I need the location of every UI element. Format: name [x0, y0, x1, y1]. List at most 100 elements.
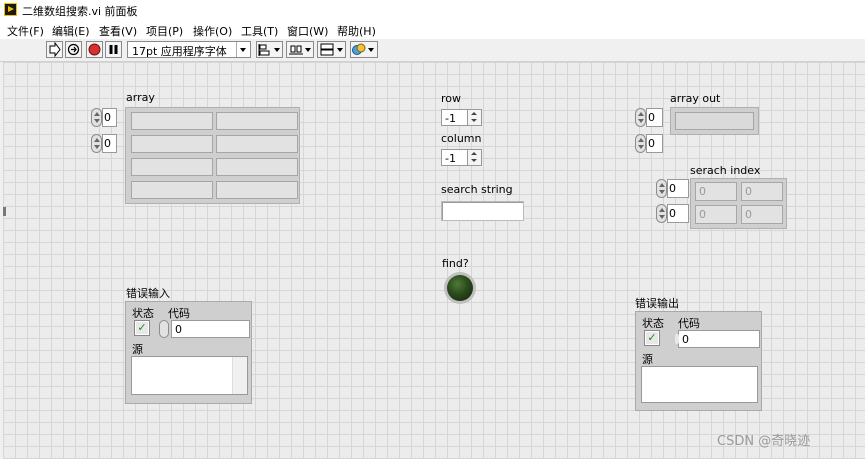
index-spinner-icon[interactable] [635, 134, 646, 153]
run-continuously-button[interactable] [65, 41, 82, 58]
index-spinner-icon[interactable] [91, 134, 102, 153]
search-index-index-column-value[interactable]: 0 [667, 204, 689, 223]
search-index-index-row-value[interactable]: 0 [667, 179, 689, 198]
run-arrow-icon [49, 41, 61, 58]
column-value[interactable]: -1 [445, 152, 456, 165]
checkmark-icon: ✓ [646, 331, 658, 344]
error-in-cluster: 状态 代码 ✓ 0 源 [125, 301, 252, 404]
run-button[interactable] [46, 41, 63, 58]
error-out-label: 错误输出 [635, 297, 679, 310]
array-out-label: array out [670, 92, 721, 105]
array-out-index-column[interactable]: 0 [635, 134, 664, 153]
array-index-row[interactable]: 0 [91, 108, 118, 127]
array-out-index-column-value[interactable]: 0 [646, 134, 663, 153]
menu-view[interactable]: 查看(V) [99, 23, 137, 39]
array-element[interactable] [216, 181, 298, 199]
title-bar: 二维数组搜索.vi 前面板 [0, 0, 865, 20]
search-index-label: serach index [690, 164, 761, 177]
menu-bar: 文件(F) 编辑(E) 查看(V) 项目(P) 操作(O) 工具(T) 窗口(W… [0, 20, 865, 39]
status-label: 状态 [642, 317, 664, 330]
source-input[interactable] [131, 356, 248, 395]
row-control[interactable]: -1 [441, 109, 482, 126]
code-indicator: 0 [675, 330, 760, 348]
index-spinner-icon[interactable] [635, 108, 646, 127]
menu-tools[interactable]: 工具(T) [241, 23, 278, 39]
window-title: 二维数组搜索.vi 前面板 [22, 5, 138, 18]
find-label: find? [442, 257, 469, 270]
indicator-marker [675, 334, 679, 344]
index-spinner-icon[interactable] [91, 108, 102, 127]
menu-file[interactable]: 文件(F) [7, 23, 44, 39]
increment-decrement-icon[interactable] [467, 110, 481, 125]
search-index-element: 0 [741, 182, 783, 201]
code-spinner-icon[interactable] [159, 320, 169, 338]
search-string-label: search string [441, 183, 513, 196]
array-element[interactable] [131, 135, 213, 153]
text-settings-select[interactable]: 17pt 应用程序字体 [127, 41, 251, 58]
run-continuously-icon [67, 43, 80, 56]
align-objects-icon [258, 44, 280, 56]
menu-operate[interactable]: 操作(O) [193, 23, 232, 39]
status-checkbox[interactable]: ✓ [134, 320, 150, 336]
column-control[interactable]: -1 [441, 149, 482, 166]
align-objects-button[interactable] [256, 41, 283, 58]
status-label: 状态 [132, 307, 154, 320]
array-out-index-row-value[interactable]: 0 [646, 108, 663, 127]
menu-project[interactable]: 项目(P) [146, 23, 183, 39]
search-index-element: 0 [695, 205, 737, 224]
font-setting-value: 17pt 应用程序字体 [132, 45, 227, 58]
labview-app-icon [4, 3, 17, 16]
array-element[interactable] [216, 112, 298, 130]
array-out-index-row[interactable]: 0 [635, 108, 664, 127]
abort-button[interactable] [86, 41, 103, 58]
array-element[interactable] [216, 135, 298, 153]
array-element[interactable] [216, 158, 298, 176]
menu-help[interactable]: 帮助(H) [337, 23, 376, 39]
menu-window[interactable]: 窗口(W) [287, 23, 328, 39]
front-panel: array 0 0 row -1 column -1 search string… [3, 62, 865, 459]
row-label: row [441, 92, 462, 105]
index-spinner-icon[interactable] [656, 204, 667, 223]
toolbar: 17pt 应用程序字体 [0, 39, 865, 62]
code-value: 0 [682, 333, 689, 346]
array-control [125, 107, 300, 204]
led-off-icon [447, 275, 473, 301]
resize-objects-button[interactable] [317, 41, 346, 58]
array-element[interactable] [131, 181, 213, 199]
source-indicator [641, 366, 758, 403]
search-index-indicator: 0 0 0 0 [690, 178, 787, 229]
menu-edit[interactable]: 编辑(E) [52, 23, 90, 39]
index-spinner-icon[interactable] [656, 179, 667, 198]
code-input[interactable]: 0 [171, 320, 250, 338]
code-label: 代码 [678, 317, 700, 330]
reorder-button[interactable] [350, 41, 378, 58]
array-out-indicator [670, 107, 759, 135]
array-index-column-value[interactable]: 0 [102, 134, 117, 153]
array-element[interactable] [131, 158, 213, 176]
distribute-objects-button[interactable] [286, 41, 314, 58]
status-indicator: ✓ [644, 330, 660, 346]
find-led-indicator [444, 272, 476, 304]
error-out-cluster: 状态 代码 ✓ 0 源 [635, 311, 762, 411]
search-index-index-row[interactable]: 0 [656, 179, 689, 198]
panel-edge-marker [3, 207, 6, 216]
source-label: 源 [642, 353, 653, 366]
code-label: 代码 [168, 307, 190, 320]
source-label: 源 [132, 343, 143, 356]
pause-button[interactable] [105, 41, 122, 58]
increment-decrement-icon[interactable] [467, 150, 481, 165]
distribute-objects-icon [289, 45, 311, 55]
search-index-element: 0 [695, 182, 737, 201]
resize-objects-icon [320, 43, 343, 56]
checkmark-icon: ✓ [136, 321, 148, 334]
pause-icon [109, 45, 118, 54]
search-index-index-column[interactable]: 0 [656, 204, 689, 223]
code-value[interactable]: 0 [175, 323, 182, 336]
row-value[interactable]: -1 [445, 112, 456, 125]
array-index-row-value[interactable]: 0 [102, 108, 117, 127]
chevron-down-icon [236, 42, 250, 57]
source-scrollbar[interactable] [232, 357, 247, 394]
array-element[interactable] [131, 112, 213, 130]
search-string-input[interactable] [441, 201, 524, 221]
array-index-column[interactable]: 0 [91, 134, 118, 153]
